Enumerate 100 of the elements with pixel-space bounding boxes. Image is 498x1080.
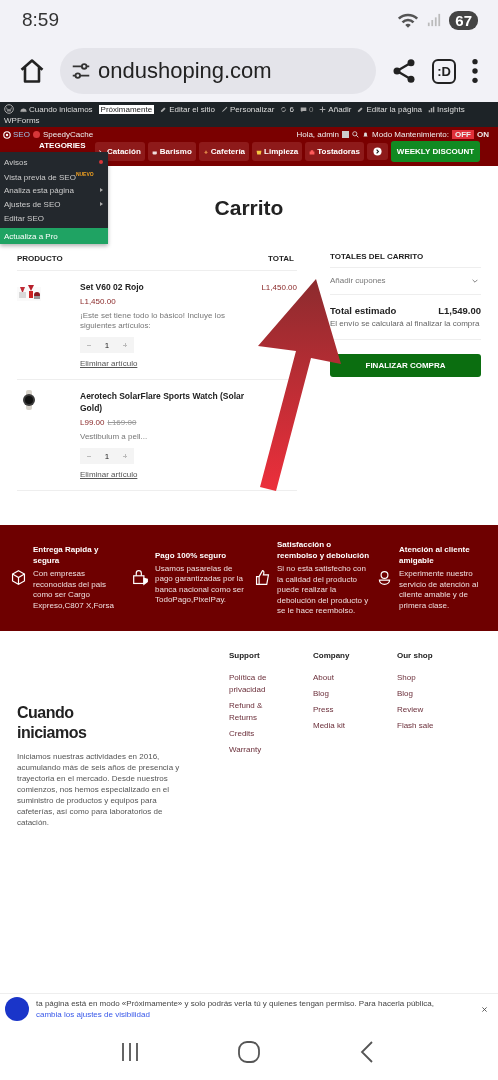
menu-item[interactable]: Vista previa de SEO$^{NUEVO}$ [0, 169, 108, 183]
remove-link[interactable]: Eliminar artículo [80, 359, 138, 368]
admin-bar-item[interactable]: Personalizar [220, 104, 275, 114]
total-label: Total estimado [330, 305, 397, 316]
totals-title: TOTALES DEL CARRITO [330, 248, 481, 268]
status-time: 8:59 [22, 9, 59, 31]
admin-bar-item[interactable]: WPForms [4, 116, 40, 125]
greeting[interactable]: Hola, admin [296, 129, 340, 139]
tab-switcher[interactable]: :D [432, 58, 456, 84]
support-icon [376, 569, 393, 587]
category-button[interactable]: Cafetería [198, 142, 250, 161]
footer-link[interactable]: About [313, 671, 375, 684]
tune-icon[interactable] [70, 60, 92, 82]
box-icon [10, 569, 27, 587]
address-bar[interactable]: ondushoping.com [60, 48, 377, 94]
product-description: ¡Este set tiene todo lo básico! Incluye los siguientes artículos: [80, 311, 226, 331]
footer-link[interactable]: Política de privacidad [229, 671, 291, 696]
roaster-icon [309, 148, 316, 155]
product-name[interactable]: Aerotech SolarFlare Sports Watch (Solar Gold) [80, 390, 255, 414]
chat-bubble-icon[interactable] [5, 997, 29, 1021]
categories-label: ATEGORIES [39, 141, 87, 150]
admin-bar-item[interactable]: Cuando iniciamos [20, 104, 93, 114]
feature-text: Con empresas reconocidas del pais como ser Cargo Expreso,C807 X,Forsa [33, 569, 115, 612]
footer-link[interactable]: Blog [313, 687, 375, 700]
feature-title: Entrega Rapida y segura [33, 544, 100, 567]
seo-menu[interactable]: SEO [3, 130, 30, 139]
menu-item[interactable]: Analiza esta página [0, 183, 108, 197]
product-price: L99.00 [80, 418, 105, 427]
admin-bar-item[interactable]: Insights [428, 104, 465, 114]
category-button[interactable]: Barismo [147, 142, 196, 161]
feature-text: Experimente nuestro servicio de atención al cliente amable y de primera clase. [399, 569, 480, 612]
menu-item[interactable]: Ajustes de SEO [0, 197, 108, 211]
footer-link[interactable]: Shop [397, 671, 459, 684]
feature-text: Usamos pasarelas de pago garantizadas por la banca nacional como ser TodoPago,PixelPay. [155, 563, 245, 606]
remove-link[interactable]: Eliminar artículo [80, 470, 138, 479]
product-name[interactable]: Set V60 02 Rojo [80, 281, 144, 293]
chevron-right-icon [372, 147, 382, 156]
feature-title: Pago 100% seguro [155, 549, 228, 561]
footer-link[interactable]: Flash sale [397, 719, 459, 732]
bucket-icon [256, 148, 263, 155]
footer-link[interactable]: Blog [397, 687, 459, 700]
battery-level: 67 [449, 10, 478, 30]
category-button[interactable]: Limpieza [252, 142, 303, 161]
category-button[interactable]: Tostadoras [305, 142, 364, 161]
next-button[interactable] [366, 143, 388, 160]
footer-link[interactable]: Press [313, 703, 375, 716]
admin-bar-item[interactable]: Editar el sitio [160, 104, 215, 114]
footer-link[interactable]: Refund & Returns [229, 699, 291, 724]
thumbs-up-icon [254, 569, 271, 587]
close-icon[interactable] [481, 1005, 488, 1013]
brush-icon [220, 105, 228, 113]
footer-link[interactable]: Review [397, 703, 459, 716]
signal-icon [427, 13, 442, 27]
bell-icon [362, 130, 370, 138]
dashboard-icon [20, 105, 27, 113]
admin-bar-item[interactable]: Añadir [319, 104, 352, 114]
about-text: Iniciamos nuestras actividades en 2016, acumulando más de seis años de presencia y trayectoria en el mercado. Desde nuestros comienzos, nos hemos especializado en el suministro de productos y equipos para cafeterías, así como para laboratorios de catación. [17, 750, 181, 828]
checkout-button[interactable]: FINALIZAR COMPRA [330, 354, 481, 377]
wordpress-logo-icon[interactable] [4, 104, 14, 114]
admin-bar-item[interactable]: Editar la página [357, 104, 423, 114]
footer-heading: Our shop [397, 650, 433, 660]
column-header: TOTAL [268, 254, 294, 263]
notice-text: ta página está en modo «Próximamente» y solo podrás verla tú y quienes tengan permiso. Para hacerla pública, cambia los ajustes de visibilidad [36, 998, 435, 1020]
admin-bar-item[interactable]: 0 [299, 104, 314, 114]
footer-heading: Support [229, 650, 260, 660]
notification-dot [32, 131, 40, 138]
quantity-stepper[interactable]: 1 [80, 448, 134, 464]
product-description: Vestibulum a pell... [80, 432, 148, 442]
footer-link[interactable]: Media kit [313, 719, 375, 732]
page-title: Carrito [214, 196, 284, 220]
footer-brand: Cuando iniciamos [17, 702, 88, 743]
search-icon[interactable] [352, 130, 360, 138]
pencil-icon [160, 105, 168, 113]
visibility-link[interactable]: cambia los ajustes de visibilidad [36, 1010, 150, 1019]
comment-icon [299, 105, 307, 113]
admin-bar-item[interactable]: 6 [280, 104, 294, 114]
coupon-toggle[interactable]: Añadir cupones [330, 268, 481, 295]
refresh-icon [280, 105, 288, 113]
home-icon[interactable] [18, 57, 46, 85]
maintenance-label: Modo Mantenimiento: [372, 129, 449, 139]
menu-item[interactable]: Editar SEO [0, 211, 108, 225]
feature-title: Atención al cliente amigable [399, 544, 471, 567]
cup-icon [151, 148, 158, 155]
seo-logo-icon [3, 130, 11, 139]
footer-link[interactable]: Credits [229, 727, 291, 740]
menu-icon[interactable] [470, 57, 480, 85]
feature-title: Satisfacción o reembolso y debolución [277, 539, 370, 561]
status-badge: Próximamente [98, 104, 155, 114]
feature-text: Si no esta satisfecho con la calidad del producto puede realizar la debolución del producto y se le hace reembolso. [277, 564, 370, 617]
speedycache-menu[interactable]: SpeedyCache [42, 130, 94, 139]
footer-link[interactable]: Warranty [229, 743, 291, 756]
weekly-discount-button[interactable]: WEEKLY DISCOUNT [390, 141, 481, 162]
product-price: L1,450.00 [80, 297, 116, 306]
line-total: L1,450.00 [261, 283, 297, 292]
wifi-icon [397, 11, 420, 29]
quantity-stepper[interactable]: 1 [80, 337, 134, 353]
total-value: L1,549.00 [438, 305, 481, 316]
lock-icon [132, 569, 149, 587]
home-button-icon[interactable] [237, 1040, 261, 1064]
pencil-icon [357, 105, 365, 113]
